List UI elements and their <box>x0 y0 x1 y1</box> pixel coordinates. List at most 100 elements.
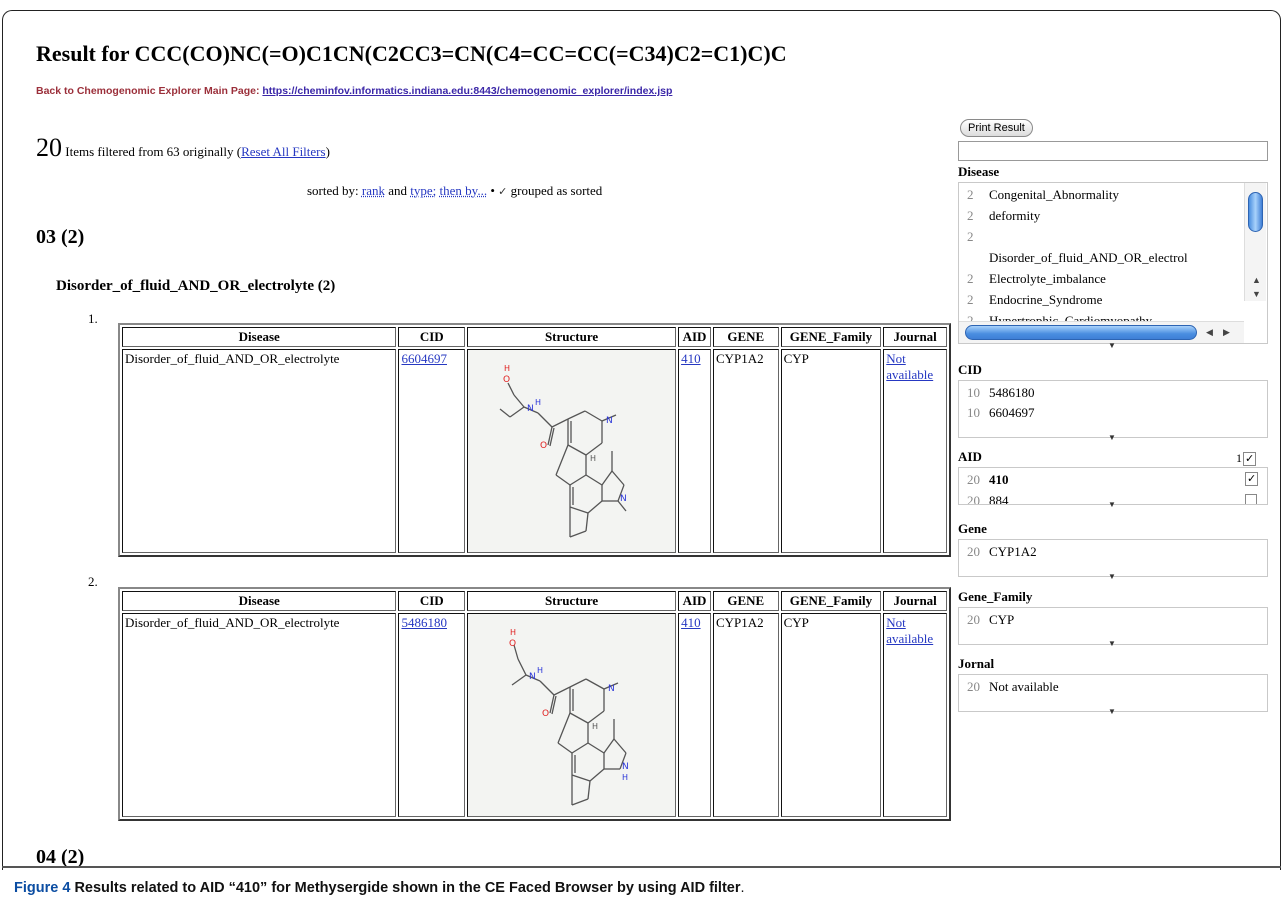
facet-item[interactable]: 2 Congenital_Abnormality <box>967 187 1119 203</box>
facet-item[interactable]: 20 884 <box>967 493 1009 505</box>
horizontal-scrollbar[interactable]: ◀ ▶ <box>959 321 1244 343</box>
facet-disease: 2 Congenital_Abnormality 2 deformity 2 Dis… <box>958 182 1268 344</box>
reset-filters-link[interactable]: Reset All Filters <box>241 144 326 159</box>
facet-item[interactable]: 20 Not available <box>967 679 1059 695</box>
figure-bottom-rule <box>2 866 1281 868</box>
checkbox-checked-icon[interactable]: ✓ <box>1245 472 1259 486</box>
vertical-scrollbar[interactable]: ▲ ▼ <box>1244 183 1266 301</box>
facet-item[interactable]: 2 deformity <box>967 208 1040 224</box>
caption-end: . <box>740 880 745 896</box>
facet-label: deformity <box>989 208 1041 223</box>
facet-search-input[interactable] <box>958 141 1268 161</box>
journal-link[interactable]: Not available <box>886 351 933 382</box>
sort-then-by-link[interactable]: then by... <box>440 183 488 198</box>
table-row: Disorder_of_fluid_AND_OR_electrolyte 660… <box>122 349 947 553</box>
page-title: Result for CCC(CO)NC(=O)C1CN(C2CC3=CN(C4… <box>36 41 787 66</box>
svg-text:N: N <box>622 762 629 772</box>
back-link[interactable]: https://cheminfov.informatics.indiana.ed… <box>262 85 672 97</box>
facet-item[interactable]: 20 CYP <box>967 612 1014 628</box>
journal-link[interactable]: Not available <box>886 615 933 646</box>
facet-title-gene: Gene <box>958 521 987 536</box>
svg-text:H: H <box>590 454 596 463</box>
gene-family-cell: CYP <box>780 613 882 817</box>
facet-label: 884 <box>989 493 1009 505</box>
filter-summary: 20 Items filtered from 63 originally (Re… <box>36 133 330 163</box>
facet-title-journal: Jornal <box>958 656 995 671</box>
cid-link[interactable]: 5486180 <box>401 615 447 630</box>
sort-rank-link[interactable]: rank <box>362 183 385 198</box>
facet-expand-icon[interactable]: ▼ <box>1108 572 1116 581</box>
facet-count: 20 <box>967 679 980 694</box>
facet-item[interactable]: 2 Endocrine_Syndrome <box>967 292 1102 308</box>
facet-expand-icon[interactable]: ▼ <box>1108 639 1116 648</box>
facet-count: 20 <box>967 544 980 559</box>
svg-text:H: H <box>535 398 541 407</box>
print-result-button[interactable]: Print Result <box>960 119 1033 137</box>
aid-link[interactable]: 410 <box>681 351 701 366</box>
col-header: AID <box>678 591 711 611</box>
facet-count: 2 <box>967 187 974 202</box>
col-header: Disease <box>122 591 397 611</box>
svg-text:H: H <box>592 722 598 731</box>
svg-text:H: H <box>510 628 516 637</box>
disease-cell: Disorder_of_fluid_AND_OR_electrolyte <box>122 349 397 553</box>
group-heading: 03 (2) <box>36 226 85 248</box>
back-link-line: Back to Chemogenomic Explorer Main Page:… <box>36 85 672 97</box>
summary-text: Items filtered from 63 originally ( <box>65 144 242 159</box>
col-header: CID <box>398 591 466 611</box>
col-header: Journal <box>883 591 947 611</box>
scroll-down-icon[interactable]: ▼ <box>1252 289 1261 299</box>
facet-title-aid: AID <box>958 449 982 464</box>
result-count: 20 <box>36 133 62 162</box>
scroll-thumb[interactable] <box>965 325 1197 340</box>
svg-text:O: O <box>540 441 547 451</box>
select-all-checkbox-icon[interactable]: ✓ <box>1243 452 1257 466</box>
back-label: Back to Chemogenomic Explorer Main Page: <box>36 85 260 97</box>
facet-item[interactable]: Disorder_of_fluid_AND_OR_electrol <box>989 250 1188 266</box>
scroll-left-icon[interactable]: ◀ <box>1206 327 1213 338</box>
grouped-check-icon[interactable]: ✓ <box>498 186 507 198</box>
facet-expand-icon[interactable]: ▼ <box>1108 500 1116 509</box>
col-header: GENE_Family <box>780 591 882 611</box>
sort-type-link[interactable]: type; <box>410 183 436 198</box>
journal-link-line1: Not <box>886 615 906 630</box>
aid-link[interactable]: 410 <box>681 615 701 630</box>
checkbox-icon[interactable] <box>1245 494 1257 504</box>
facet-expand-icon[interactable]: ▼ <box>1108 433 1116 442</box>
table-header-row: Disease CID Structure AID GENE GENE_Fami… <box>122 591 947 611</box>
scroll-up-icon[interactable]: ▲ <box>1252 275 1261 285</box>
facet-count: 10 <box>967 385 980 400</box>
facet-count: 20 <box>967 472 980 487</box>
svg-text:N: N <box>606 416 613 426</box>
facet-label: Endocrine_Syndrome <box>989 292 1103 307</box>
svg-text:H: H <box>504 364 510 373</box>
facet-item-selected[interactable]: 20 410 <box>967 472 1009 488</box>
facet-item[interactable]: 2 <box>967 229 989 245</box>
caption-label: Figure 4 <box>14 880 71 896</box>
facet-count: 2 <box>967 208 974 223</box>
scroll-thumb[interactable] <box>1248 192 1263 232</box>
svg-text:N: N <box>529 672 536 682</box>
facet-expand-icon[interactable]: ▼ <box>1108 707 1116 716</box>
journal-link-line2: available <box>886 631 934 646</box>
methylergonovine-structure-image: H O N H O N H N H <box>509 628 629 806</box>
cid-link[interactable]: 6604697 <box>401 351 447 366</box>
result-index: 2. <box>88 574 98 589</box>
col-header: GENE_Family <box>780 327 882 347</box>
facet-expand-icon[interactable]: ▼ <box>1108 341 1116 350</box>
facet-item[interactable]: 20 CYP1A2 <box>967 544 1037 560</box>
result-table: Disease CID Structure AID GENE GENE_Fami… <box>118 323 951 557</box>
scroll-right-icon[interactable]: ▶ <box>1223 327 1230 338</box>
col-header: Structure <box>467 327 677 347</box>
facet-item[interactable]: 10 6604697 <box>967 405 1035 421</box>
col-header: Journal <box>883 327 947 347</box>
cid-cell: 6604697 <box>398 349 466 553</box>
journal-link-line1: Not <box>886 351 906 366</box>
facet-item[interactable]: 2 Electrolyte_imbalance <box>967 271 1106 287</box>
col-header: AID <box>678 327 711 347</box>
facet-count: 20 <box>967 493 980 505</box>
gene-cell: CYP1A2 <box>712 349 779 553</box>
facet-label: 5486180 <box>989 385 1035 400</box>
facet-item[interactable]: 10 5486180 <box>967 385 1035 401</box>
cid-cell: 5486180 <box>398 613 466 817</box>
